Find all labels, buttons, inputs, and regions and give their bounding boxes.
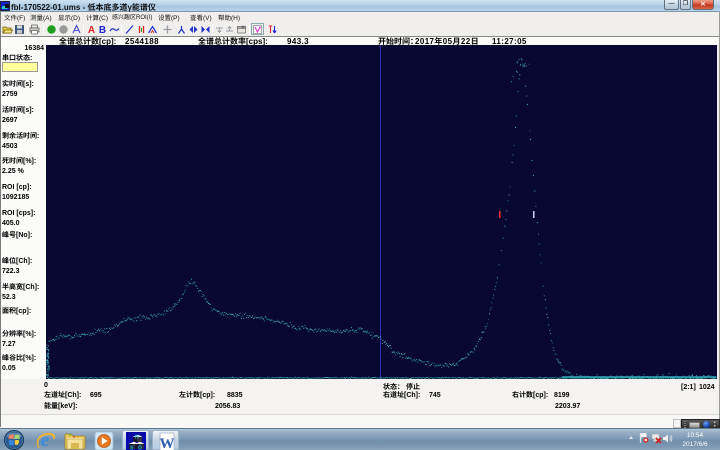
svg-text:B: B — [99, 25, 106, 35]
svg-text:O: O — [138, 446, 142, 450]
svg-text:H: H — [135, 435, 139, 441]
svg-text:W: W — [160, 436, 175, 450]
svg-text:A: A — [88, 25, 95, 35]
